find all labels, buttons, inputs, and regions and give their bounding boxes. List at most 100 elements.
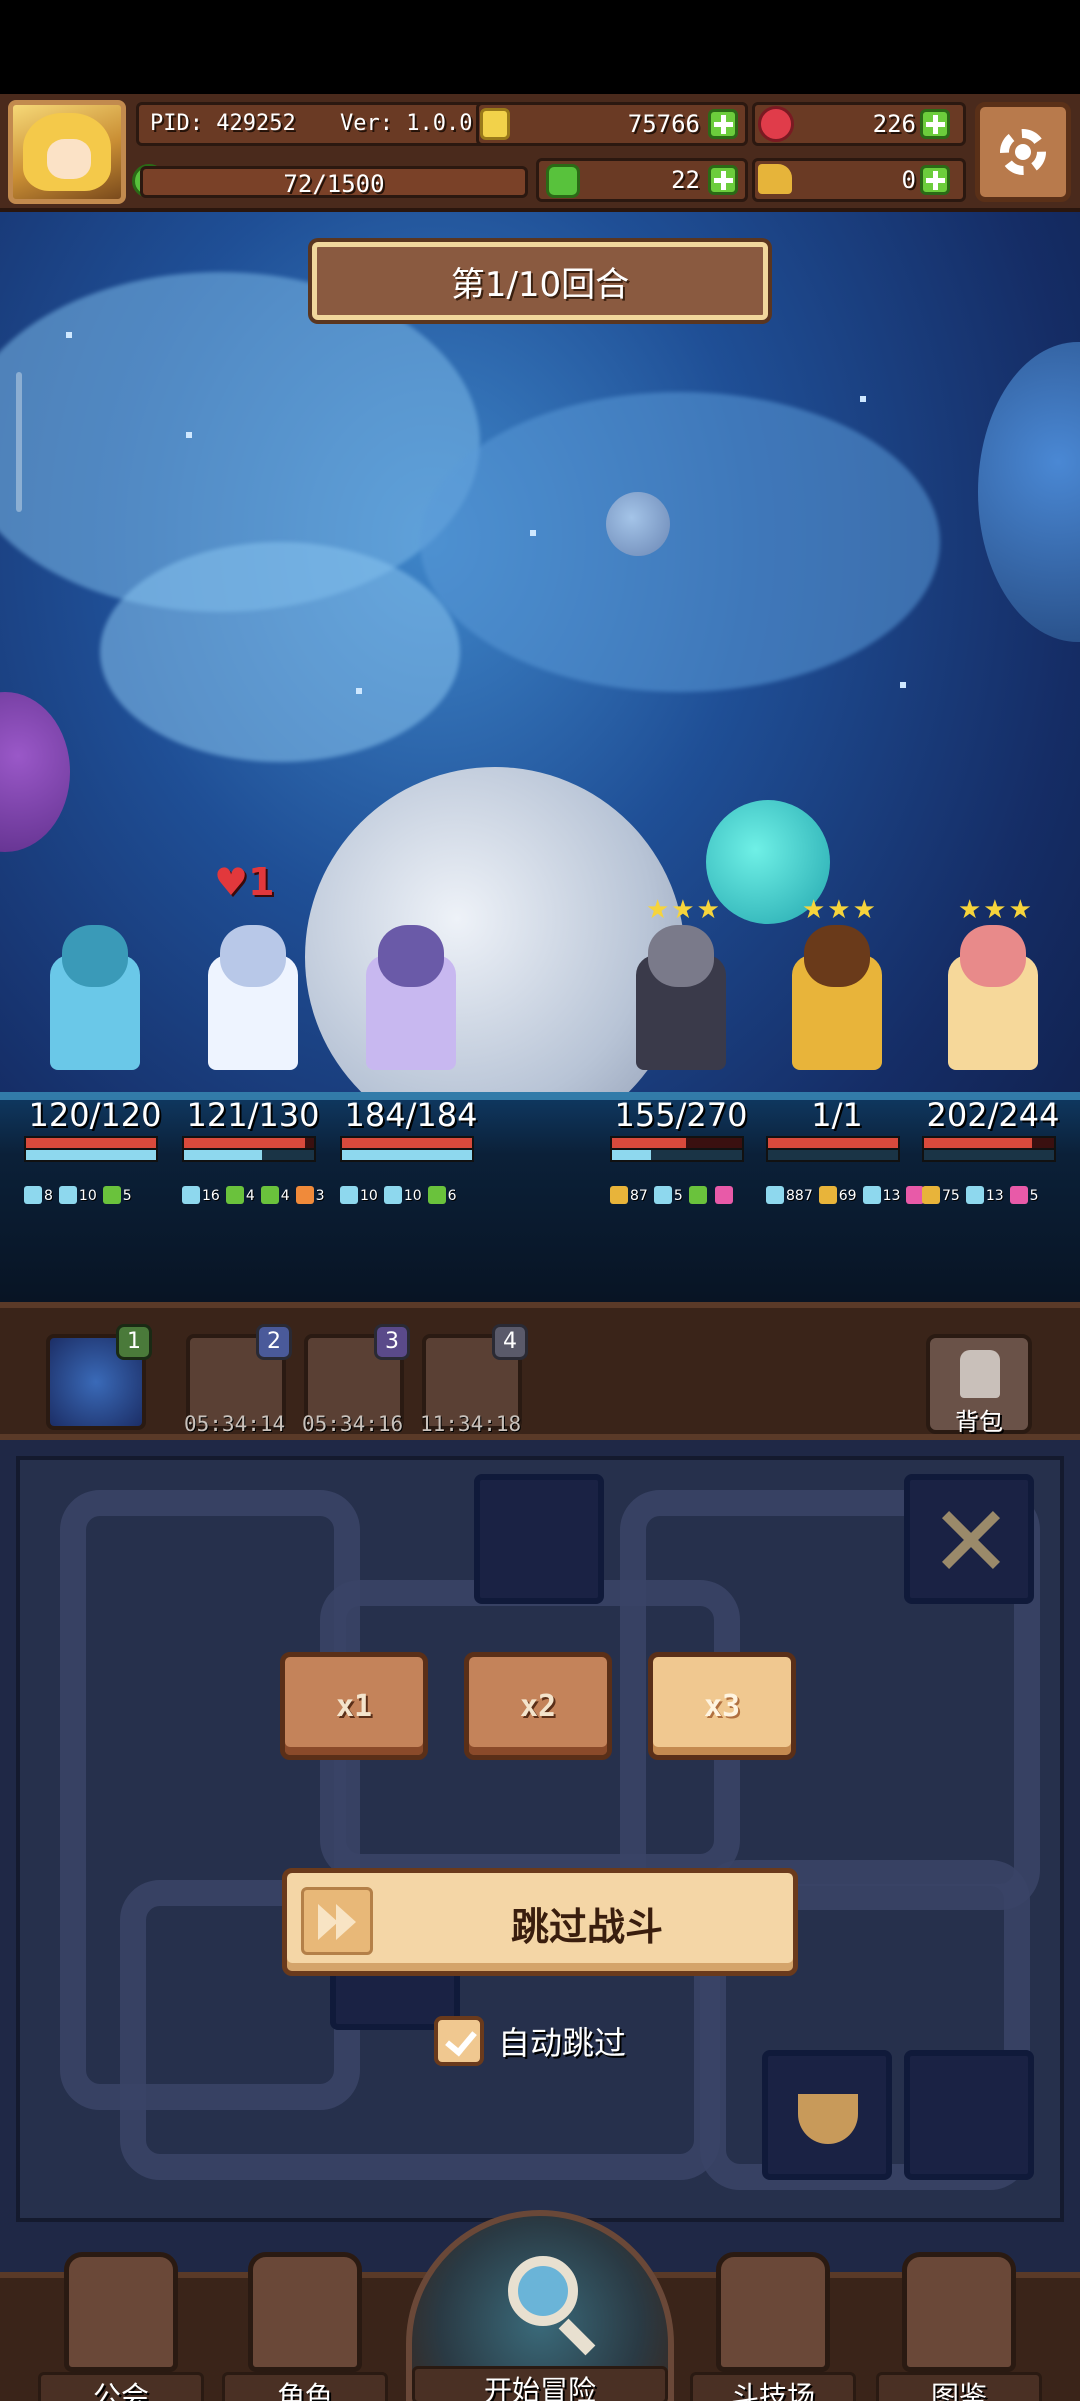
enemy-hp-text: 1/1 <box>811 1096 863 1134</box>
speed-x1-button[interactable]: x1 <box>280 1652 428 1760</box>
map-cell[interactable] <box>474 1474 604 1604</box>
stat-icon <box>182 1186 200 1204</box>
star <box>356 688 362 694</box>
nebula-cloud <box>420 392 940 692</box>
stat-value: 13 <box>985 1188 1004 1204</box>
speed-x2-button[interactable]: x2 <box>464 1652 612 1760</box>
map-cell-item[interactable] <box>762 2050 892 2180</box>
key-icon <box>758 164 792 194</box>
player-avatar[interactable] <box>8 100 126 204</box>
stat-value: 10 <box>78 1188 97 1204</box>
nav-codex[interactable]: 图鉴 <box>876 2252 1042 2401</box>
stat-icon <box>24 1186 42 1204</box>
guild-icon <box>64 2252 178 2372</box>
nav-codex-label: 图鉴 <box>876 2372 1042 2401</box>
ally-mp-bar <box>182 1150 316 1162</box>
swords-icon <box>716 2252 830 2372</box>
enemy-unit-head <box>804 925 870 987</box>
enemy-unit-2[interactable]: ★★★ <box>762 895 912 1075</box>
bag-label: 背包 <box>955 1408 1003 1436</box>
stat-value: 887 <box>786 1188 813 1204</box>
stat-icon <box>862 1186 881 1204</box>
ally-stat: 10 <box>383 1186 422 1204</box>
ally-hp-fill <box>342 1138 472 1148</box>
enemy-stat <box>714 1186 735 1204</box>
clover-icon <box>546 164 580 198</box>
slot-timer: 05:34:14 <box>184 1412 286 1436</box>
player-id: PID: 429252 <box>150 111 296 136</box>
enemy-unit-1[interactable]: ★★★ <box>606 895 756 1075</box>
ally-hp-bar <box>182 1136 316 1150</box>
slot-number: 3 <box>374 1324 410 1360</box>
enemy-stat: 5 <box>1009 1186 1039 1204</box>
system-status-bar <box>0 0 1080 94</box>
ally-mp-fill <box>184 1150 262 1160</box>
ally-hp-fill <box>184 1138 305 1148</box>
clover-amount: 22 <box>671 166 700 194</box>
add-gold-button[interactable] <box>708 109 738 139</box>
stat-icon <box>610 1186 628 1204</box>
settings-button[interactable] <box>975 102 1071 202</box>
ally-unit-head <box>62 925 128 987</box>
nav-roles-label: 角色 <box>222 2372 388 2401</box>
ally-unit-1[interactable] <box>20 905 170 1075</box>
enemy-stat: 69 <box>818 1186 857 1204</box>
status-effect-badge: ♥1 <box>214 860 275 904</box>
ally-unit-3[interactable] <box>336 905 486 1075</box>
ally-stat: 8 <box>24 1186 53 1204</box>
chest-slot-1[interactable]: 1 <box>46 1324 152 1430</box>
stat-value: 10 <box>403 1188 422 1204</box>
stat-icon <box>58 1186 77 1204</box>
map-cell[interactable] <box>904 2050 1034 2180</box>
add-key-button[interactable] <box>920 165 950 195</box>
map-cell-battle[interactable] <box>904 1474 1034 1604</box>
stat-value: 3 <box>315 1188 325 1204</box>
ally-stat-row: 16 4 4 3 <box>182 1172 325 1204</box>
star <box>530 530 536 536</box>
enemy-hp-bar <box>766 1136 900 1150</box>
speed-x3-button[interactable]: x3 <box>648 1652 796 1760</box>
gear-icon <box>1000 129 1046 175</box>
enemy-mp-bar <box>610 1150 744 1162</box>
auto-skip-label: 自动跳过 <box>498 2024 627 2062</box>
nav-adventure-label: 开始冒险 <box>412 2366 668 2401</box>
planet-small <box>606 492 670 556</box>
ally-hp-text: 120/120 <box>28 1096 162 1134</box>
stat-value: 10 <box>360 1188 378 1204</box>
add-clover-button[interactable] <box>708 165 738 195</box>
ally-hp-bar <box>24 1136 158 1150</box>
skip-battle-button[interactable]: 跳过战斗 <box>282 1868 798 1976</box>
gem-amount: 226 <box>872 110 916 138</box>
ally-stat: 4 <box>260 1186 290 1204</box>
bag-button[interactable]: 背包 <box>926 1334 1032 1436</box>
ally-stat: 5 <box>102 1186 132 1204</box>
stat-value: 5 <box>122 1188 132 1204</box>
auto-skip-toggle[interactable]: 自动跳过 <box>434 2016 626 2066</box>
nav-guild[interactable]: 公会 <box>38 2252 204 2401</box>
ally-unit-2[interactable] <box>178 905 328 1075</box>
enemy-unit-head <box>648 925 714 987</box>
enemy-unit-3[interactable]: ★★★ <box>918 895 1068 1075</box>
nav-roles[interactable]: 角色 <box>222 2252 388 2401</box>
enemy-hp-text: 155/270 <box>614 1096 748 1134</box>
round-banner: 第1/10回合 <box>312 242 768 320</box>
avatar-face <box>47 139 91 179</box>
character-icon <box>248 2252 362 2372</box>
ally-hp-bar <box>340 1136 474 1150</box>
ally-stat: 3 <box>295 1186 325 1204</box>
auto-skip-checkbox[interactable] <box>434 2016 484 2066</box>
nav-arena[interactable]: 斗技场 <box>690 2252 856 2401</box>
ally-hp-text: 184/184 <box>344 1096 478 1134</box>
star <box>66 332 72 338</box>
stat-icon <box>427 1186 446 1204</box>
stat-icon <box>102 1186 121 1204</box>
top-hud: PID: 429252 Ver: 1.0.0.8 75766 226 72/15… <box>0 94 1080 212</box>
speed-x3-label: x3 <box>703 1688 741 1724</box>
dungeon-map <box>16 1456 1064 2222</box>
add-gem-button[interactable] <box>920 109 950 139</box>
ally-stat: 10 <box>340 1186 378 1204</box>
ally-unit-head <box>378 925 444 987</box>
enemy-hp-fill <box>768 1138 898 1148</box>
stat-value: 4 <box>280 1188 290 1204</box>
stat-icon <box>1009 1186 1028 1204</box>
